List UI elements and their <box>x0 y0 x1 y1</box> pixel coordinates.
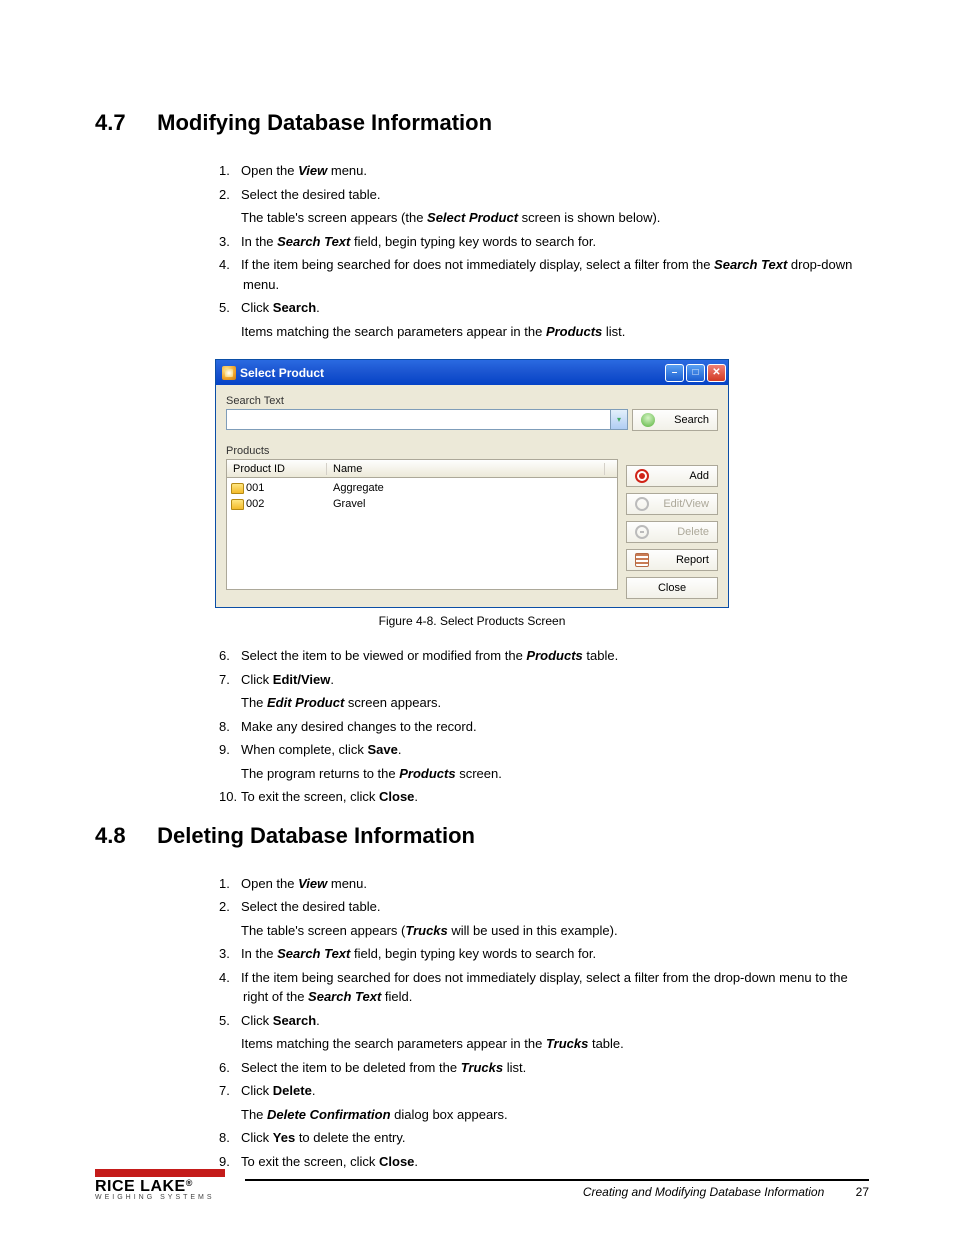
step-item: 9. When complete, click Save. <box>219 740 869 760</box>
table-row[interactable]: 002 Gravel <box>227 496 617 512</box>
step-item: 3. In the Search Text field, begin typin… <box>219 944 869 964</box>
page-number: 27 <box>856 1185 869 1199</box>
footer-page: Creating and Modifying Database Informat… <box>583 1185 869 1199</box>
logo-subtitle: WEIGHING SYSTEMS <box>95 1194 215 1201</box>
cell-id: 001 <box>246 482 264 494</box>
step-item: 3. In the Search Text field, begin typin… <box>219 232 869 252</box>
edit-view-button[interactable]: Edit/View <box>626 493 718 515</box>
step-item: 4. If the item being searched for does n… <box>219 968 869 1007</box>
figure-4-8: Select Product – □ ✕ Search Text ▾ Searc… <box>215 359 869 628</box>
window-title: Select Product <box>240 366 324 380</box>
minimize-button[interactable]: – <box>665 364 684 382</box>
section-4-8-heading: 4.8 Deleting Database Information <box>95 823 869 849</box>
section-number: 4.8 <box>95 823 151 849</box>
report-button-label: Report <box>676 554 709 566</box>
cell-name: Aggregate <box>327 482 384 494</box>
folder-icon <box>231 483 244 494</box>
step-item: 2. Select the desired table. <box>219 897 869 917</box>
step-item: 7. Click Delete. <box>219 1081 869 1101</box>
step-item: 1. Open the View menu. <box>219 874 869 894</box>
table-row[interactable]: 001 Aggregate <box>227 480 617 496</box>
report-button[interactable]: Report <box>626 549 718 571</box>
section-4-7-heading: 4.7 Modifying Database Information <box>95 110 869 136</box>
step-continuation: Items matching the search parameters app… <box>241 322 869 342</box>
search-button[interactable]: Search <box>632 409 718 431</box>
step-item: 4. If the item being searched for does n… <box>219 255 869 294</box>
edit-view-button-label: Edit/View <box>663 498 709 510</box>
delete-button-label: Delete <box>677 526 709 538</box>
cell-name: Gravel <box>327 498 365 510</box>
add-button-label: Add <box>689 470 709 482</box>
col-name[interactable]: Name <box>327 463 605 475</box>
add-icon <box>635 469 649 483</box>
window-titlebar[interactable]: Select Product – □ ✕ <box>216 360 728 385</box>
dropdown-icon[interactable]: ▾ <box>610 410 627 429</box>
cell-id: 002 <box>246 498 264 510</box>
step-continuation: The table's screen appears (Trucks will … <box>241 921 869 941</box>
footer-title: Creating and Modifying Database Informat… <box>583 1185 824 1199</box>
maximize-button[interactable]: □ <box>686 364 705 382</box>
step-continuation: The Edit Product screen appears. <box>241 693 869 713</box>
delete-icon <box>635 525 649 539</box>
section-number: 4.7 <box>95 110 151 136</box>
col-product-id[interactable]: Product ID <box>227 463 327 475</box>
add-button[interactable]: Add <box>626 465 718 487</box>
close-button[interactable]: ✕ <box>707 364 726 382</box>
report-icon <box>635 553 649 567</box>
step-item: 5. Click Search. <box>219 1011 869 1031</box>
step-continuation: Items matching the search parameters app… <box>241 1034 869 1054</box>
steps-4-7a: 1. Open the View menu. 2. Select the desi… <box>95 161 869 341</box>
step-continuation: The program returns to the Products scre… <box>241 764 869 784</box>
products-list-area: Products Product ID Name 001 Aggregate 002… <box>226 441 618 599</box>
step-item: 1. Open the View menu. <box>219 161 869 181</box>
step-item: 8. Click Yes to delete the entry. <box>219 1128 869 1148</box>
funnel-icon <box>641 413 655 427</box>
products-list[interactable]: 001 Aggregate 002 Gravel <box>226 478 618 590</box>
step-continuation: The table's screen appears (the Select P… <box>241 208 869 228</box>
close-button-label: Close <box>658 582 686 594</box>
step-item: 5. Click Search. <box>219 298 869 318</box>
folder-icon <box>231 499 244 510</box>
step-continuation: The Delete Confirmation dialog box appea… <box>241 1105 869 1125</box>
delete-button[interactable]: Delete <box>626 521 718 543</box>
app-icon <box>222 366 236 380</box>
footer-rule <box>245 1179 869 1181</box>
step-item: 8. Make any desired changes to the recor… <box>219 717 869 737</box>
edit-icon <box>635 497 649 511</box>
close-dialog-button[interactable]: Close <box>626 577 718 599</box>
step-item: 6. Select the item to be viewed or modif… <box>219 646 869 666</box>
step-item: 2. Select the desired table. <box>219 185 869 205</box>
search-text-input[interactable]: ▾ <box>226 409 628 430</box>
steps-4-7b: 6. Select the item to be viewed or modif… <box>95 646 869 807</box>
products-label: Products <box>226 445 618 457</box>
step-item: 7. Click Edit/View. <box>219 670 869 690</box>
logo-bar <box>95 1169 225 1177</box>
figure-caption: Figure 4-8. Select Products Screen <box>215 614 729 628</box>
section-title: Deleting Database Information <box>157 823 475 848</box>
steps-4-8: 1. Open the View menu. 2. Select the desi… <box>95 874 869 1172</box>
search-label: Search Text <box>226 395 718 407</box>
page-footer: RICE LAKE® WEIGHING SYSTEMS Creating and… <box>95 1169 869 1201</box>
search-button-label: Search <box>674 414 709 426</box>
step-item: 10. To exit the screen, click Close. <box>219 787 869 807</box>
select-product-window: Select Product – □ ✕ Search Text ▾ Searc… <box>215 359 729 608</box>
products-header[interactable]: Product ID Name <box>226 459 618 478</box>
section-title: Modifying Database Information <box>157 110 492 135</box>
step-item: 6. Select the item to be deleted from th… <box>219 1058 869 1078</box>
